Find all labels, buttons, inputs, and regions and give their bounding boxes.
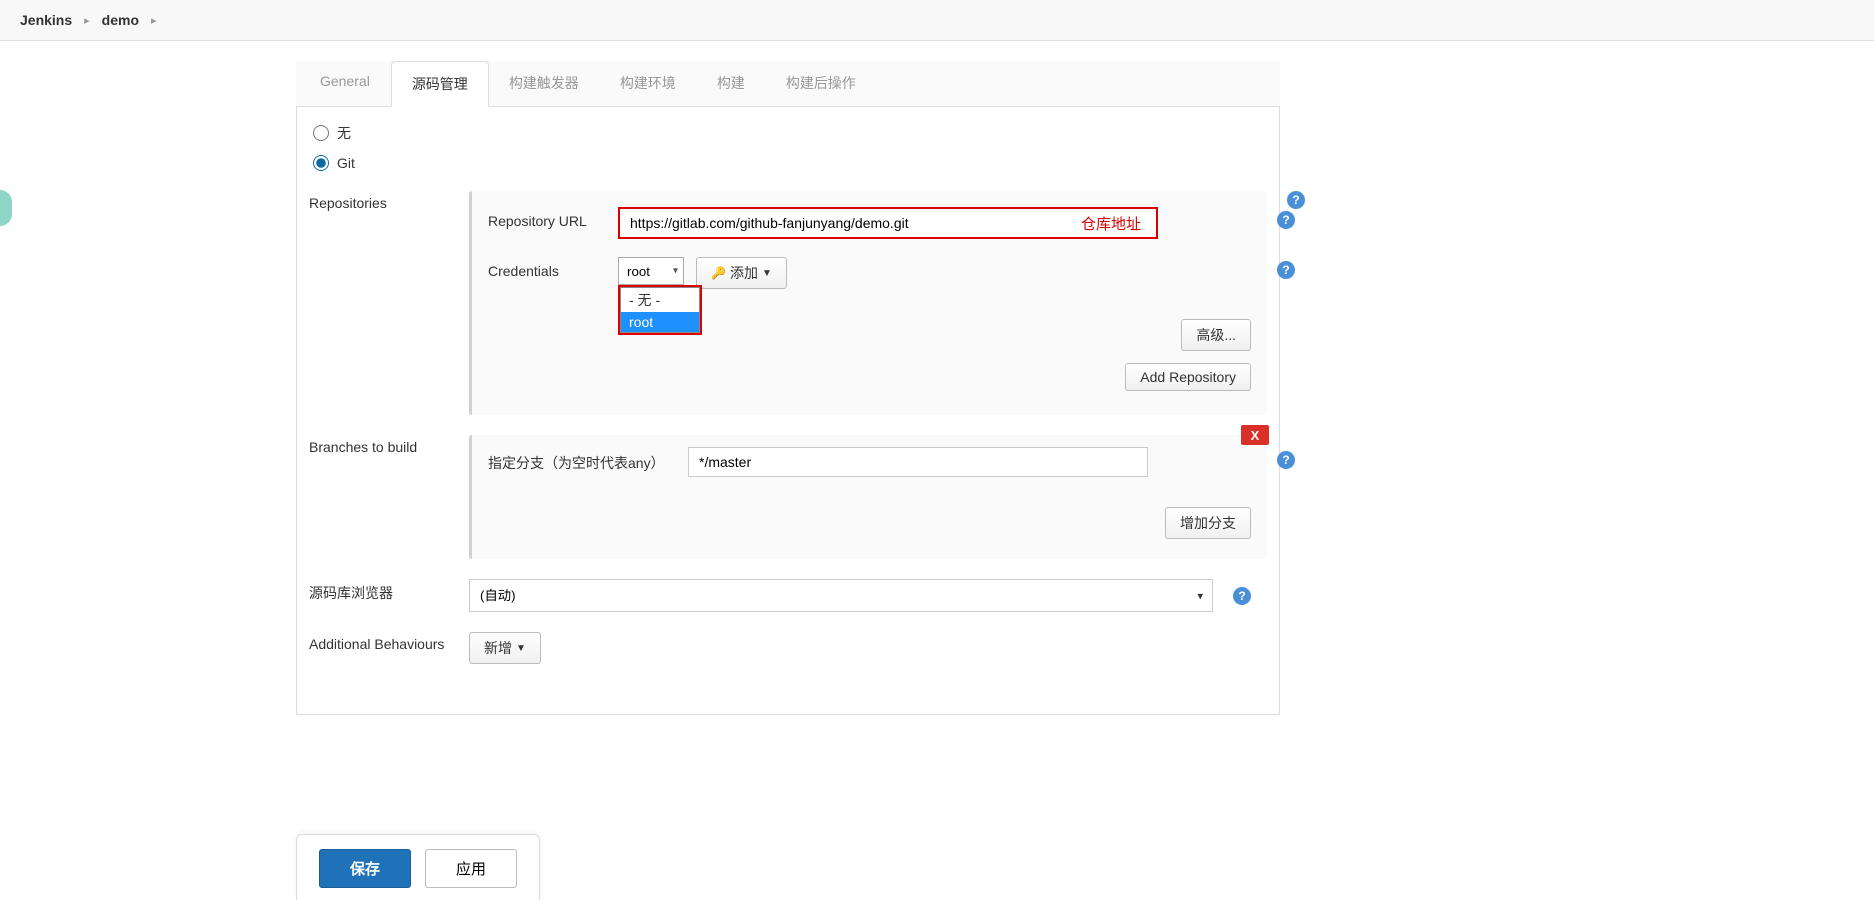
repo-browser-select[interactable]: (自动) [469,579,1213,612]
tab-general[interactable]: General [296,61,391,106]
chevron-right-icon: ▸ [151,14,157,27]
add-credentials-button[interactable]: 🔑 添加 ▼ [696,257,787,289]
radio-git[interactable] [313,155,329,171]
tab-env[interactable]: 构建环境 [600,61,697,106]
chevron-down-icon: ▼ [516,643,526,654]
config-tabs: General 源码管理 构建触发器 构建环境 构建 构建后操作 [296,61,1280,107]
tab-post[interactable]: 构建后操作 [766,61,877,106]
breadcrumb-jenkins[interactable]: Jenkins [20,12,72,28]
branches-section: Branches to build X 指定分支（为空时代表any） ? 增加分… [309,435,1267,559]
repo-browser-label: 源码库浏览器 [309,579,469,612]
breadcrumb: Jenkins ▸ demo ▸ [0,0,1874,41]
chevron-right-icon: ▸ [84,14,90,27]
delete-branch-button[interactable]: X [1241,425,1269,445]
add-cred-label: 添加 [730,263,758,283]
radio-none-label[interactable]: 无 [337,123,351,143]
radio-git-label[interactable]: Git [337,155,355,171]
cred-option-root[interactable]: root [621,312,699,332]
branch-spec-input[interactable] [688,447,1148,477]
config-panel: 无 Git Repositories ? Repository URL [296,107,1280,715]
key-icon: 🔑 [711,266,726,280]
help-icon[interactable]: ? [1277,211,1295,229]
footer-actions: 保存 应用 [296,834,540,900]
tab-scm[interactable]: 源码管理 [391,61,489,107]
credentials-select[interactable]: root [618,257,684,285]
cred-option-none[interactable]: - 无 - [621,288,699,312]
tab-triggers[interactable]: 构建触发器 [489,61,600,106]
help-icon[interactable]: ? [1277,261,1295,279]
add-behaviour-label: 新增 [484,638,512,658]
chevron-down-icon: ▼ [762,268,772,279]
help-icon[interactable]: ? [1287,191,1305,209]
add-behaviour-button[interactable]: 新增 ▼ [469,632,541,664]
radio-none[interactable] [313,125,329,141]
scm-option-none[interactable]: 无 [313,123,1267,143]
add-branch-button[interactable]: 增加分支 [1165,507,1251,539]
repositories-header: Repositories [309,191,469,415]
help-icon[interactable]: ? [1277,451,1295,469]
repo-browser-section: 源码库浏览器 (自动) ▾ ? [309,579,1267,612]
scm-option-git[interactable]: Git [313,155,1267,171]
behaviours-section: Additional Behaviours 新增 ▼ [309,632,1267,664]
behaviours-label: Additional Behaviours [309,632,469,664]
repositories-section: Repositories ? Repository URL 仓库地址 ? [309,191,1267,415]
breadcrumb-project[interactable]: demo [102,12,139,28]
tab-build[interactable]: 构建 [697,61,766,106]
credentials-dropdown: - 无 - root [618,285,702,335]
branch-spec-label: 指定分支（为空时代表any） [488,447,688,473]
add-repository-button[interactable]: Add Repository [1125,363,1251,391]
branches-header: Branches to build [309,435,469,559]
repo-url-annotation: 仓库地址 [1081,213,1141,234]
advanced-button[interactable]: 高级... [1181,319,1251,351]
repo-url-label: Repository URL [488,207,618,229]
help-icon[interactable]: ? [1233,587,1251,605]
apply-button[interactable]: 应用 [425,849,517,888]
save-button[interactable]: 保存 [319,849,411,888]
repo-url-input[interactable] [618,207,1158,239]
credentials-label: Credentials [488,257,618,279]
